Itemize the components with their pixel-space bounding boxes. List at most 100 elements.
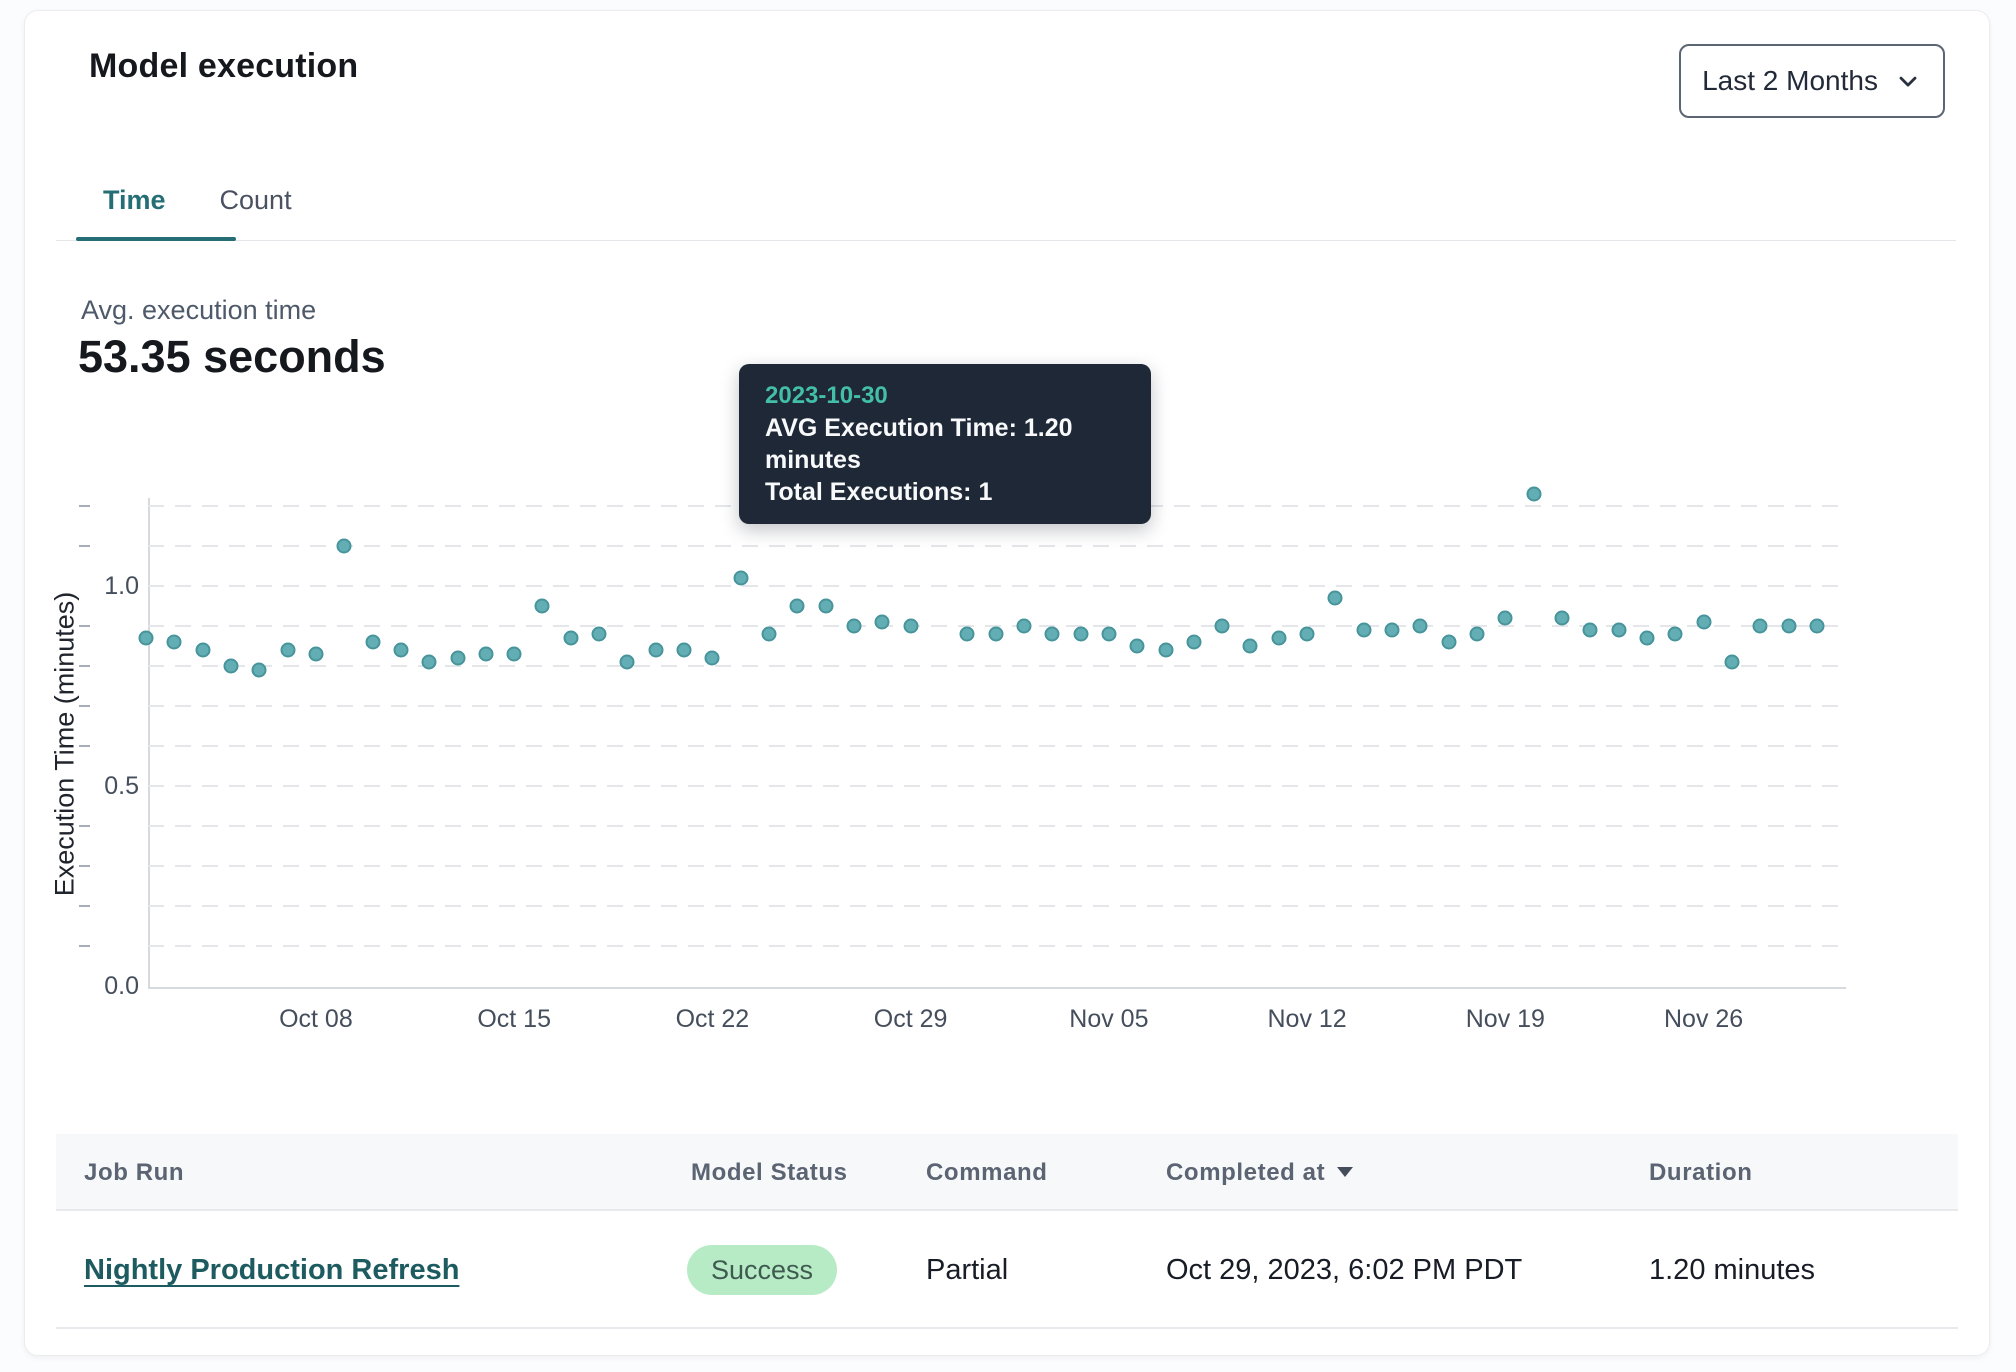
scatter-point[interactable] — [1639, 631, 1654, 646]
gridline — [148, 905, 1844, 907]
scatter-point[interactable] — [1555, 611, 1570, 626]
scatter-point[interactable] — [563, 631, 578, 646]
table-header: Job Run Model Status Command Completed a… — [56, 1134, 1958, 1211]
y-axis-minor-tick — [79, 665, 90, 667]
scatter-point[interactable] — [1696, 615, 1711, 630]
scatter-point[interactable] — [1271, 631, 1286, 646]
scatter-point[interactable] — [337, 539, 352, 554]
scatter-point[interactable] — [1441, 635, 1456, 650]
scatter-point[interactable] — [903, 619, 918, 634]
scatter-point[interactable] — [818, 599, 833, 614]
scatter-point[interactable] — [450, 651, 465, 666]
y-axis-minor-tick — [79, 865, 90, 867]
scatter-point[interactable] — [1158, 643, 1173, 658]
scatter-point[interactable] — [1101, 627, 1116, 642]
y-axis-minor-tick — [79, 825, 90, 827]
scatter-point[interactable] — [988, 627, 1003, 642]
x-tick-label: Oct 22 — [642, 1005, 782, 1034]
scatter-point[interactable] — [1130, 639, 1145, 654]
column-header-completed-at[interactable]: Completed at — [1166, 1134, 1353, 1211]
chart-tooltip: 2023-10-30 AVG Execution Time: 1.20 minu… — [739, 364, 1151, 524]
scatter-point[interactable] — [1753, 619, 1768, 634]
scatter-point[interactable] — [733, 571, 748, 586]
scatter-point[interactable] — [535, 599, 550, 614]
y-axis-minor-tick — [79, 705, 90, 707]
x-tick-label: Nov 19 — [1435, 1005, 1575, 1034]
x-tick-label: Oct 29 — [841, 1005, 981, 1034]
gridline — [148, 865, 1844, 867]
scatter-point[interactable] — [1809, 619, 1824, 634]
scatter-point[interactable] — [195, 643, 210, 658]
tooltip-total-executions-line: Total Executions: 1 — [765, 476, 1125, 508]
column-header-model-status: Model Status — [691, 1134, 848, 1211]
gridline — [148, 825, 1844, 827]
x-tick-label: Oct 08 — [246, 1005, 386, 1034]
scatter-point[interactable] — [1045, 627, 1060, 642]
scatter-point[interactable] — [648, 643, 663, 658]
x-tick-label: Oct 15 — [444, 1005, 584, 1034]
scatter-point[interactable] — [1781, 619, 1796, 634]
y-tick-label: 1.0 — [65, 571, 139, 601]
scatter-point[interactable] — [677, 643, 692, 658]
gridline — [148, 545, 1844, 547]
scatter-point[interactable] — [875, 615, 890, 630]
tooltip-avg-execution-line: AVG Execution Time: 1.20 minutes — [765, 412, 1125, 476]
scatter-point[interactable] — [1328, 591, 1343, 606]
scatter-point[interactable] — [1215, 619, 1230, 634]
scatter-point[interactable] — [1186, 635, 1201, 650]
scatter-point[interactable] — [167, 635, 182, 650]
y-axis-minor-tick — [79, 505, 90, 507]
scatter-point[interactable] — [507, 647, 522, 662]
column-header-command: Command — [926, 1134, 1048, 1211]
scatter-point[interactable] — [1413, 619, 1428, 634]
sort-desc-icon — [1337, 1167, 1353, 1177]
scatter-point[interactable] — [620, 655, 635, 670]
command-cell: Partial — [926, 1211, 1008, 1329]
scatter-point[interactable] — [1583, 623, 1598, 638]
scatter-point[interactable] — [365, 635, 380, 650]
x-axis-line — [148, 987, 1846, 989]
scatter-point[interactable] — [1724, 655, 1739, 670]
scatter-point[interactable] — [762, 627, 777, 642]
scatter-point[interactable] — [223, 659, 238, 674]
y-axis-minor-tick — [79, 625, 90, 627]
gridline — [148, 585, 1844, 587]
scatter-point[interactable] — [705, 651, 720, 666]
scatter-point[interactable] — [1356, 623, 1371, 638]
gridline — [148, 745, 1844, 747]
scatter-point[interactable] — [252, 663, 267, 678]
scatter-point[interactable] — [1243, 639, 1258, 654]
scatter-point[interactable] — [478, 647, 493, 662]
gridline — [148, 665, 1844, 667]
scatter-point[interactable] — [280, 643, 295, 658]
scatter-point[interactable] — [1498, 611, 1513, 626]
table-row: Nightly Production Refresh Success Parti… — [56, 1211, 1958, 1329]
job-run-link[interactable]: Nightly Production Refresh — [84, 1254, 459, 1286]
scatter-point[interactable] — [1300, 627, 1315, 642]
scatter-point[interactable] — [422, 655, 437, 670]
scatter-point[interactable] — [847, 619, 862, 634]
gridline — [148, 945, 1844, 947]
x-tick-label: Nov 05 — [1039, 1005, 1179, 1034]
duration-cell: 1.20 minutes — [1649, 1211, 1815, 1329]
scatter-point[interactable] — [308, 647, 323, 662]
y-tick-label: 0.0 — [65, 971, 139, 1001]
completed-at-cell: Oct 29, 2023, 6:02 PM PDT — [1166, 1211, 1522, 1329]
y-axis-minor-tick — [79, 745, 90, 747]
scatter-point[interactable] — [960, 627, 975, 642]
x-tick-label: Nov 12 — [1237, 1005, 1377, 1034]
scatter-point[interactable] — [1611, 623, 1626, 638]
scatter-point[interactable] — [393, 643, 408, 658]
scatter-point[interactable] — [1668, 627, 1683, 642]
tooltip-date: 2023-10-30 — [765, 379, 1125, 412]
scatter-point[interactable] — [1470, 627, 1485, 642]
scatter-point[interactable] — [592, 627, 607, 642]
y-axis-minor-tick — [79, 945, 90, 947]
scatter-point[interactable] — [1016, 619, 1031, 634]
scatter-point[interactable] — [790, 599, 805, 614]
scatter-point[interactable] — [1073, 627, 1088, 642]
scatter-point[interactable] — [139, 631, 154, 646]
column-header-job-run: Job Run — [84, 1134, 184, 1211]
scatter-point[interactable] — [1526, 487, 1541, 502]
scatter-point[interactable] — [1385, 623, 1400, 638]
